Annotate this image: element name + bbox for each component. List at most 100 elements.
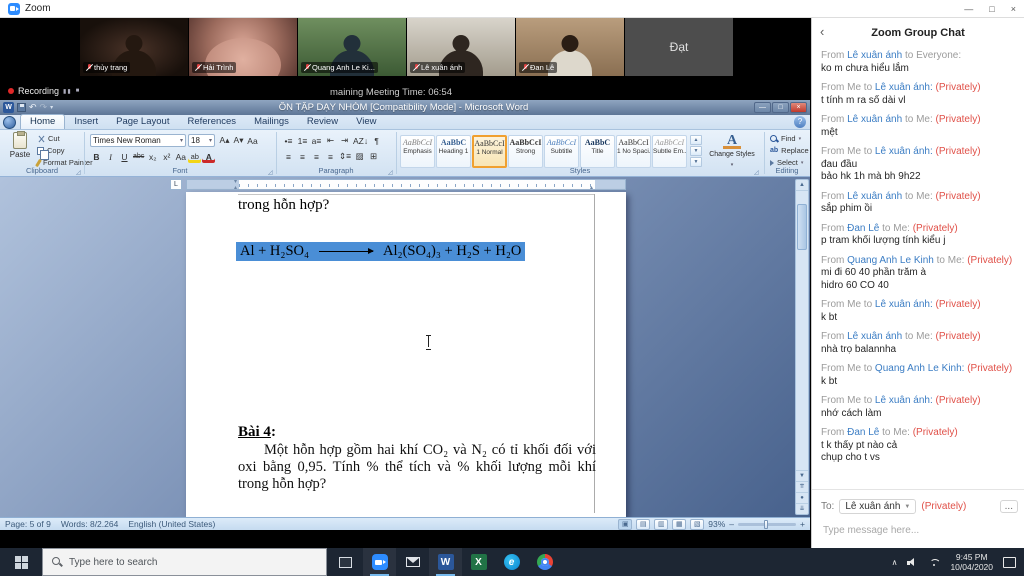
taskbar-search[interactable]: Type here to search bbox=[42, 548, 327, 576]
selected-equation[interactable]: Al + H₂SO₄ Al₂(SO₄)₃ + H₂S + H₂O bbox=[236, 242, 526, 261]
change-styles-button[interactable]: A Change Styles ▾ bbox=[706, 133, 758, 168]
superscript-button[interactable]: x² bbox=[160, 150, 173, 163]
word-restore-button[interactable]: □ bbox=[772, 102, 789, 113]
page-indicator[interactable]: Page: 5 of 9 bbox=[5, 519, 51, 529]
chat-recipient-select[interactable]: Lê xuân ánh ▼ bbox=[839, 499, 917, 514]
clear-formatting-button[interactable]: Aa bbox=[246, 134, 259, 147]
tab-view[interactable]: View bbox=[347, 115, 385, 129]
find-button[interactable]: Find ▾ bbox=[770, 134, 809, 143]
word-count[interactable]: Words: 8/2.264 bbox=[61, 519, 119, 529]
notification-center-button[interactable] bbox=[1003, 556, 1016, 568]
style-1-no-spaci-[interactable]: AaBbCcI 1 No Spaci... bbox=[616, 135, 651, 168]
zoom-minimize-button[interactable]: — bbox=[964, 4, 973, 14]
borders-button[interactable]: ⊞ bbox=[367, 150, 380, 163]
gallery-up-button[interactable]: ▲ bbox=[690, 135, 702, 145]
paragraph-dialog-launcher[interactable]: ◿ bbox=[388, 169, 393, 176]
taskbar-clock[interactable]: 9:45 PM 10/04/2020 bbox=[950, 552, 993, 572]
zoom-level-label[interactable]: 93% bbox=[708, 519, 725, 529]
edge-taskbar-button[interactable]: e bbox=[495, 548, 528, 576]
vertical-scrollbar[interactable]: ▲ ▼ ⇈ ● ⇊ bbox=[795, 179, 809, 515]
chrome-taskbar-button[interactable] bbox=[528, 548, 561, 576]
clipboard-dialog-launcher[interactable]: ◿ bbox=[76, 169, 81, 176]
style-subtle-em-[interactable]: AaBbCcI Subtle Em... bbox=[652, 135, 687, 168]
tab-references[interactable]: References bbox=[178, 115, 245, 129]
subscript-button[interactable]: x₂ bbox=[146, 150, 159, 163]
zoom-taskbar-button[interactable] bbox=[363, 548, 396, 576]
gallery-down-button[interactable]: ▼ bbox=[690, 146, 702, 156]
underline-button[interactable]: U bbox=[118, 150, 131, 163]
word-close-button[interactable]: × bbox=[790, 102, 807, 113]
tab-mailings[interactable]: Mailings bbox=[245, 115, 298, 129]
sort-button[interactable]: AZ↓ bbox=[352, 134, 369, 147]
style-1-normal[interactable]: AaBbCcI 1 Normal bbox=[472, 135, 507, 168]
select-browse-object-button[interactable]: ● bbox=[796, 492, 808, 503]
draft-view-button[interactable]: ▧ bbox=[690, 518, 705, 530]
align-right-button[interactable]: ≡ bbox=[310, 150, 323, 163]
chat-message-list[interactable]: From Lê xuân ánh to Everyone: ko m chưa h… bbox=[821, 50, 1018, 488]
participant-tile-6[interactable]: Đạt bbox=[625, 18, 733, 76]
participant-tile-5[interactable]: Đan Lê bbox=[516, 18, 624, 76]
scrollbar-thumb[interactable] bbox=[797, 204, 807, 250]
tray-chevron-icon[interactable]: ∧ bbox=[892, 558, 898, 567]
right-indent-marker[interactable]: ▴ bbox=[590, 184, 593, 191]
document-page[interactable]: trong hỗn hợp? Al + H₂SO₄ Al₂(SO₄)₃ + H₂… bbox=[186, 192, 626, 517]
network-icon[interactable] bbox=[928, 558, 940, 567]
help-button[interactable]: ? bbox=[794, 116, 806, 128]
word-minimize-button[interactable]: — bbox=[754, 102, 771, 113]
styles-dialog-launcher[interactable]: ◿ bbox=[754, 169, 759, 176]
horizontal-ruler[interactable]: ▾ ▴ ▴ bbox=[186, 179, 626, 191]
style-strong[interactable]: AaBbCcI Strong bbox=[508, 135, 543, 168]
show-hide-button[interactable]: ¶ bbox=[370, 134, 383, 147]
shading-button[interactable]: ▨ bbox=[353, 150, 366, 163]
next-page-button[interactable]: ⇊ bbox=[796, 503, 808, 514]
zoom-maximize-button[interactable]: □ bbox=[989, 4, 994, 14]
bullets-button[interactable]: •≡ bbox=[282, 134, 295, 147]
replace-button[interactable]: ab Replace bbox=[770, 146, 809, 155]
scroll-down-arrow[interactable]: ▼ bbox=[796, 470, 808, 481]
italic-button[interactable]: I bbox=[104, 150, 117, 163]
task-view-button[interactable] bbox=[327, 548, 363, 576]
tab-review[interactable]: Review bbox=[298, 115, 347, 129]
grow-font-button[interactable]: A▴ bbox=[218, 134, 231, 147]
volume-icon[interactable] bbox=[907, 558, 918, 567]
font-color-button[interactable]: A bbox=[202, 150, 215, 163]
print-layout-view-button[interactable]: ▣ bbox=[618, 518, 633, 530]
participant-tile-4[interactable]: Lê xuân ánh bbox=[407, 18, 515, 76]
tab-stop-selector[interactable]: L bbox=[170, 179, 182, 190]
zoom-in-button[interactable]: + bbox=[800, 519, 805, 529]
office-button[interactable] bbox=[3, 116, 16, 129]
zoom-out-button[interactable]: – bbox=[729, 519, 734, 529]
start-button[interactable] bbox=[0, 548, 42, 576]
highlight-button[interactable]: ab bbox=[188, 150, 201, 163]
participant-tile-1[interactable]: thủy trang bbox=[80, 18, 188, 76]
previous-page-button[interactable]: ⇈ bbox=[796, 481, 808, 492]
zoom-slider[interactable] bbox=[738, 519, 797, 529]
strikethrough-button[interactable]: abc bbox=[132, 150, 145, 163]
font-size-select[interactable]: 18 ▾ bbox=[188, 134, 215, 147]
tab-insert[interactable]: Insert bbox=[65, 115, 107, 129]
mail-taskbar-button[interactable] bbox=[396, 548, 429, 576]
participant-tile-3[interactable]: Quang Anh Le Ki... bbox=[298, 18, 406, 76]
undo-button[interactable]: ↶ bbox=[29, 103, 37, 112]
chat-message-input[interactable]: Type message here... bbox=[823, 525, 919, 536]
decrease-indent-button[interactable]: ⇤ bbox=[324, 134, 337, 147]
style-title[interactable]: AaBbC Title bbox=[580, 135, 615, 168]
shrink-font-button[interactable]: A▾ bbox=[232, 134, 245, 147]
redo-button[interactable]: ↷ bbox=[40, 103, 48, 112]
scroll-up-arrow[interactable]: ▲ bbox=[796, 180, 808, 191]
font-family-select[interactable]: Times New Roman ▾ bbox=[90, 134, 186, 147]
excel-taskbar-button[interactable]: X bbox=[462, 548, 495, 576]
language-indicator[interactable]: English (United States) bbox=[128, 519, 215, 529]
stop-recording-button[interactable]: ■ bbox=[76, 88, 81, 94]
numbering-button[interactable]: 1≡ bbox=[296, 134, 309, 147]
bold-button[interactable]: B bbox=[90, 150, 103, 163]
full-screen-view-button[interactable]: ▤ bbox=[636, 518, 651, 530]
paste-button[interactable]: Paste bbox=[5, 131, 35, 159]
zoom-slider-thumb[interactable] bbox=[764, 519, 769, 529]
change-case-button[interactable]: Aa bbox=[174, 150, 187, 163]
align-center-button[interactable]: ≡ bbox=[296, 150, 309, 163]
left-indent-marker[interactable]: ▴ bbox=[234, 184, 237, 191]
justify-button[interactable]: ≡ bbox=[324, 150, 337, 163]
web-layout-view-button[interactable]: ▥ bbox=[654, 518, 669, 530]
participant-tile-2[interactable]: Hải Trình bbox=[189, 18, 297, 76]
